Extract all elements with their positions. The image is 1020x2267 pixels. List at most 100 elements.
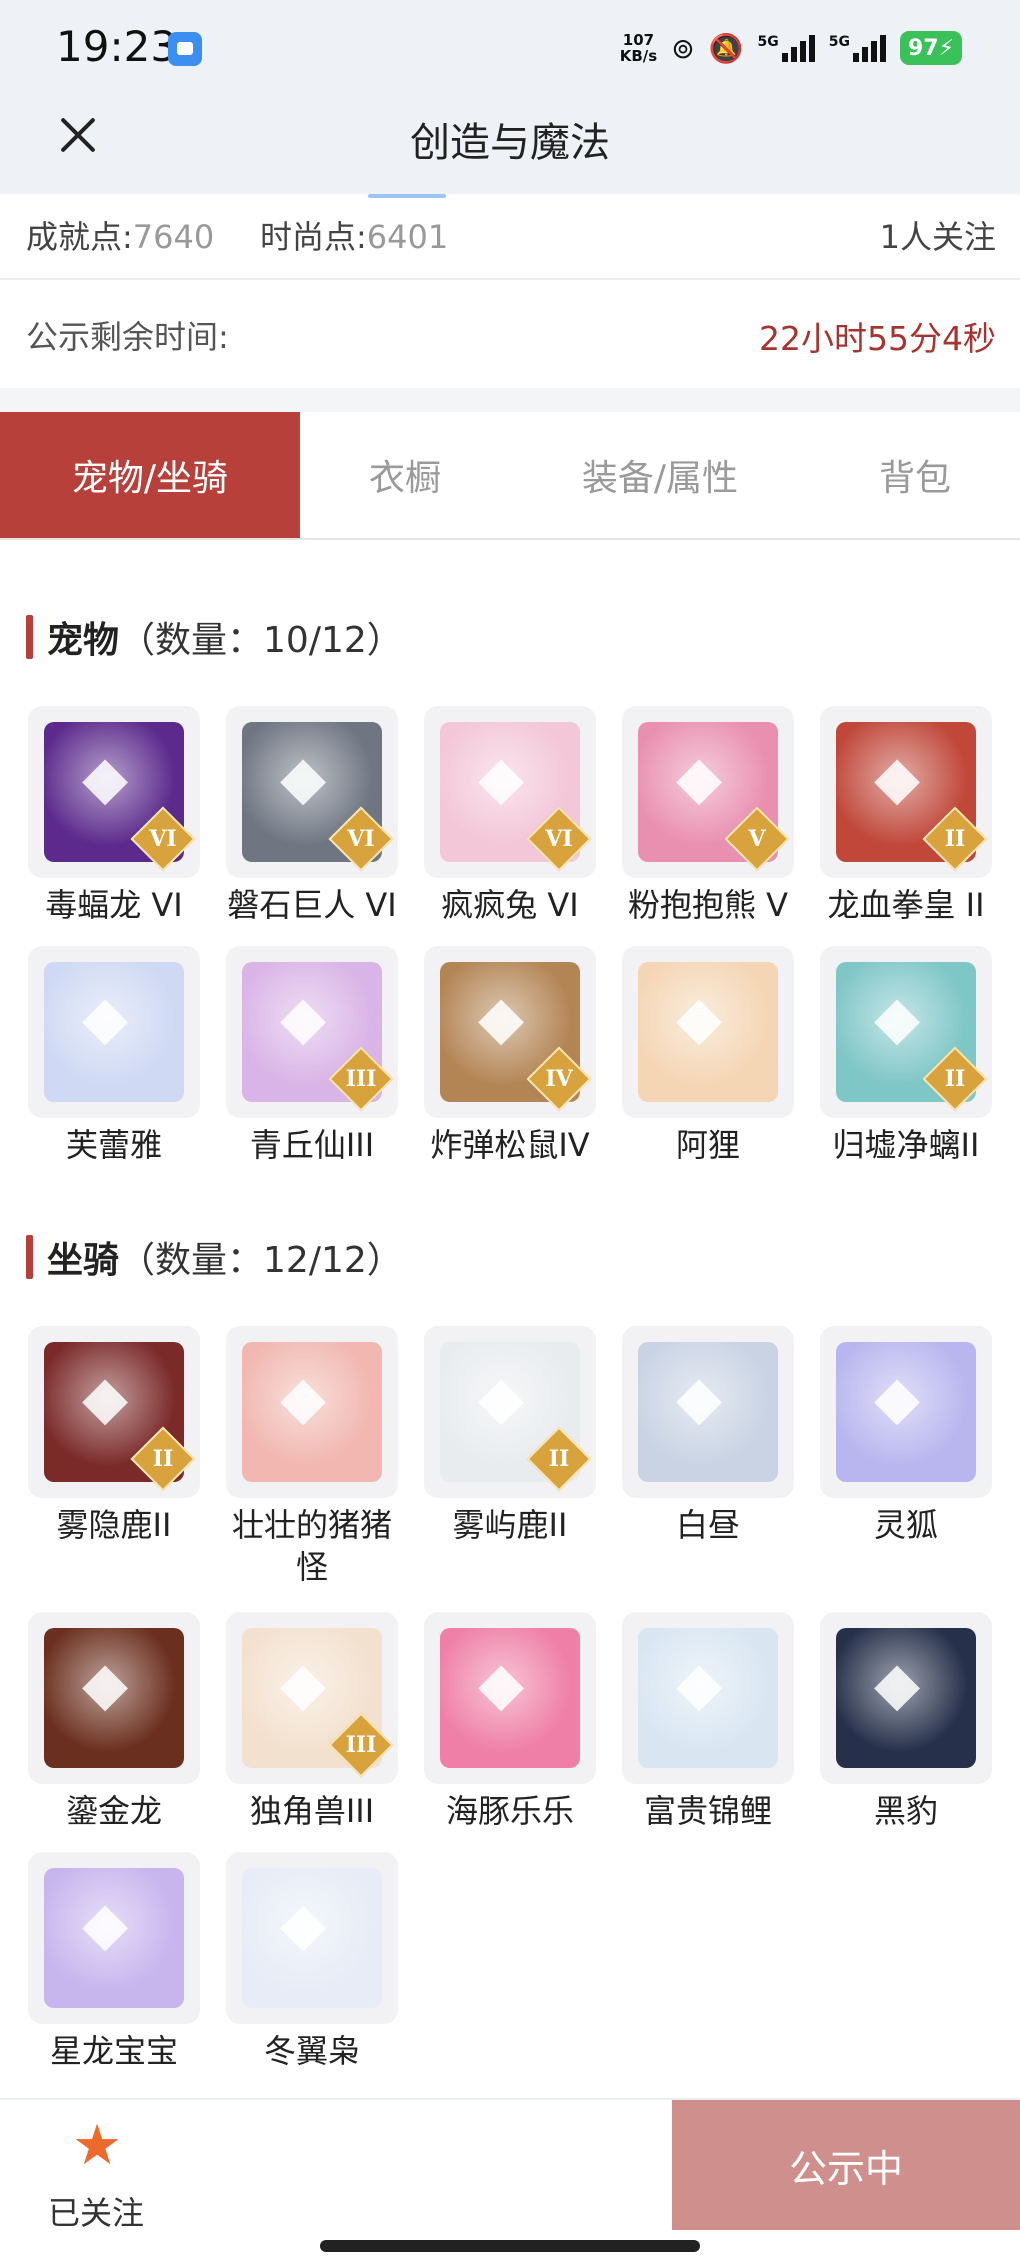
list-item[interactable]: ◆ 冬翼枭 [226, 1852, 398, 2072]
item-thumbnail[interactable]: ◆ III [226, 1612, 398, 1784]
creature-silhouette-icon: ◆ [280, 1889, 327, 1959]
item-thumbnail[interactable]: ◆ III [226, 946, 398, 1118]
creature-silhouette-icon: ◆ [280, 983, 327, 1053]
public-status-button[interactable]: 公示中 [672, 2100, 1020, 2230]
item-name: 灵狐 [873, 1506, 938, 1544]
item-thumbnail[interactable]: ◆ [820, 1326, 992, 1498]
scroll-indicator [368, 194, 446, 198]
item-name: 粉抱抱熊 V [627, 886, 789, 924]
follower-count: 1人关注 [879, 218, 996, 256]
creature-silhouette-icon: ◆ [874, 1649, 921, 1719]
item-thumbnail[interactable]: ◆ II [820, 706, 992, 878]
mounts-section-title: 坐骑 （数量：12/12） [26, 1234, 403, 1281]
list-item[interactable]: ◆ 星龙宝宝 [28, 1852, 200, 2072]
followed-label[interactable]: 已关注 [48, 2188, 144, 2234]
star-icon[interactable]: ★ [72, 2118, 122, 2174]
item-thumbnail[interactable]: ◆ VI [28, 706, 200, 878]
list-item[interactable]: ◆ II 雾屿鹿II [424, 1326, 596, 1546]
status-icons: 107 KB/s ⊚ 🔕 5G 5G 97 ⚡ [620, 28, 962, 68]
item-name: 芙蕾雅 [65, 1126, 162, 1164]
list-item[interactable]: ◆ V 粉抱抱熊 V [622, 706, 794, 926]
item-name: 鎏金龙 [65, 1792, 162, 1830]
item-thumbnail[interactable]: ◆ [226, 1326, 398, 1498]
item-thumbnail[interactable]: ◆ [424, 1612, 596, 1784]
item-thumbnail[interactable]: ◆ [622, 1326, 794, 1498]
hotspot-icon: ⊚ [671, 31, 695, 65]
list-item[interactable]: ◆ 芙蕾雅 [28, 946, 200, 1166]
item-thumbnail[interactable]: ◆ [28, 946, 200, 1118]
item-name: 独角兽III [249, 1792, 375, 1830]
item-name: 富贵锦鲤 [643, 1792, 772, 1830]
countdown-label: 公示剩余时间: [26, 318, 229, 356]
cell-signal-1-icon: 5G [758, 34, 815, 62]
fashion-points: 时尚点:6401 [260, 218, 449, 256]
item-name: 归墟净螭II [832, 1126, 980, 1164]
list-item[interactable]: ◆ III 青丘仙III [226, 946, 398, 1166]
list-item[interactable]: ◆ VI 毒蝠龙 VI [28, 706, 200, 926]
creature-silhouette-icon: ◆ [874, 743, 921, 813]
list-item[interactable]: ◆ II 雾隐鹿II [28, 1326, 200, 1546]
item-thumbnail[interactable]: ◆ VI [424, 706, 596, 878]
list-item[interactable]: ◆ 壮壮的猪猪怪 [226, 1326, 398, 1588]
item-thumbnail[interactable]: ◆ [28, 1612, 200, 1784]
list-item[interactable]: ◆ VI 疯疯兔 VI [424, 706, 596, 926]
list-item[interactable]: ◆ 阿狸 [622, 946, 794, 1166]
item-thumbnail[interactable]: ◆ V [622, 706, 794, 878]
item-thumbnail[interactable]: ◆ [622, 1612, 794, 1784]
item-thumbnail[interactable]: ◆ II [820, 946, 992, 1118]
tab-pets-mounts[interactable]: 宠物/坐骑 [0, 412, 300, 538]
pets-section-title: 宠物 （数量：10/12） [26, 614, 403, 661]
creature-silhouette-icon: ◆ [676, 743, 723, 813]
item-thumbnail[interactable]: ◆ IV [424, 946, 596, 1118]
item-name: 毒蝠龙 VI [45, 886, 183, 924]
creature-silhouette-icon: ◆ [676, 1649, 723, 1719]
tab-wardrobe[interactable]: 衣橱 [300, 412, 510, 538]
tab-backpack[interactable]: 背包 [810, 412, 1020, 538]
list-item[interactable]: ◆ II 归墟净螭II [820, 946, 992, 1166]
creature-silhouette-icon: ◆ [82, 743, 129, 813]
list-item[interactable]: ◆ 海豚乐乐 [424, 1612, 596, 1832]
list-item[interactable]: ◆ 鎏金龙 [28, 1612, 200, 1832]
item-name: 冬翼枭 [263, 2032, 360, 2070]
stats-row: 成就点:7640 时尚点:6401 1人关注 [0, 194, 1020, 280]
network-speed: 107 KB/s [619, 31, 658, 65]
creature-silhouette-icon: ◆ [280, 743, 327, 813]
list-item[interactable]: ◆ III 独角兽III [226, 1612, 398, 1832]
divider [0, 388, 1020, 412]
list-item[interactable]: ◆ II 龙血拳皇 II [820, 706, 992, 926]
status-time: 19:23 [56, 22, 178, 71]
item-name: 壮壮的猪猪怪 [231, 1506, 392, 1586]
list-item[interactable]: ◆ 灵狐 [820, 1326, 992, 1546]
item-name: 雾屿鹿II [452, 1506, 568, 1544]
item-name: 海豚乐乐 [445, 1792, 574, 1830]
creature-silhouette-icon: ◆ [676, 983, 723, 1053]
item-thumbnail[interactable]: ◆ [622, 946, 794, 1118]
creature-silhouette-icon: ◆ [82, 983, 129, 1053]
list-item[interactable]: ◆ 富贵锦鲤 [622, 1612, 794, 1832]
creature-silhouette-icon: ◆ [280, 1363, 327, 1433]
item-thumbnail[interactable]: ◆ II [28, 1326, 200, 1498]
item-thumbnail[interactable]: ◆ [28, 1852, 200, 2024]
item-thumbnail[interactable]: ◆ [226, 1852, 398, 2024]
creature-silhouette-icon: ◆ [280, 1649, 327, 1719]
item-name: 疯疯兔 VI [441, 886, 579, 924]
list-item[interactable]: ◆ 白昼 [622, 1326, 794, 1546]
item-name: 龙血拳皇 II [827, 886, 985, 924]
creature-silhouette-icon: ◆ [82, 1649, 129, 1719]
countdown-value: 22小时55分4秒 [759, 319, 996, 358]
creature-silhouette-icon: ◆ [82, 1889, 129, 1959]
list-item[interactable]: ◆ VI 磐石巨人 VI [226, 706, 398, 926]
item-name: 黑豹 [873, 1792, 938, 1830]
home-indicator[interactable] [320, 2240, 700, 2252]
item-thumbnail[interactable]: ◆ VI [226, 706, 398, 878]
creature-silhouette-icon: ◆ [478, 743, 525, 813]
list-item[interactable]: ◆ IV 炸弹松鼠IV [424, 946, 596, 1166]
achievement-points: 成就点:7640 [26, 218, 215, 256]
item-thumbnail[interactable]: ◆ [820, 1612, 992, 1784]
battery-icon: 97 ⚡ [900, 31, 962, 65]
item-thumbnail[interactable]: ◆ II [424, 1326, 596, 1498]
page-title: 创造与魔法 [410, 120, 610, 166]
tab-equipment[interactable]: 装备/属性 [510, 412, 810, 538]
list-item[interactable]: ◆ 黑豹 [820, 1612, 992, 1832]
creature-silhouette-icon: ◆ [478, 983, 525, 1053]
